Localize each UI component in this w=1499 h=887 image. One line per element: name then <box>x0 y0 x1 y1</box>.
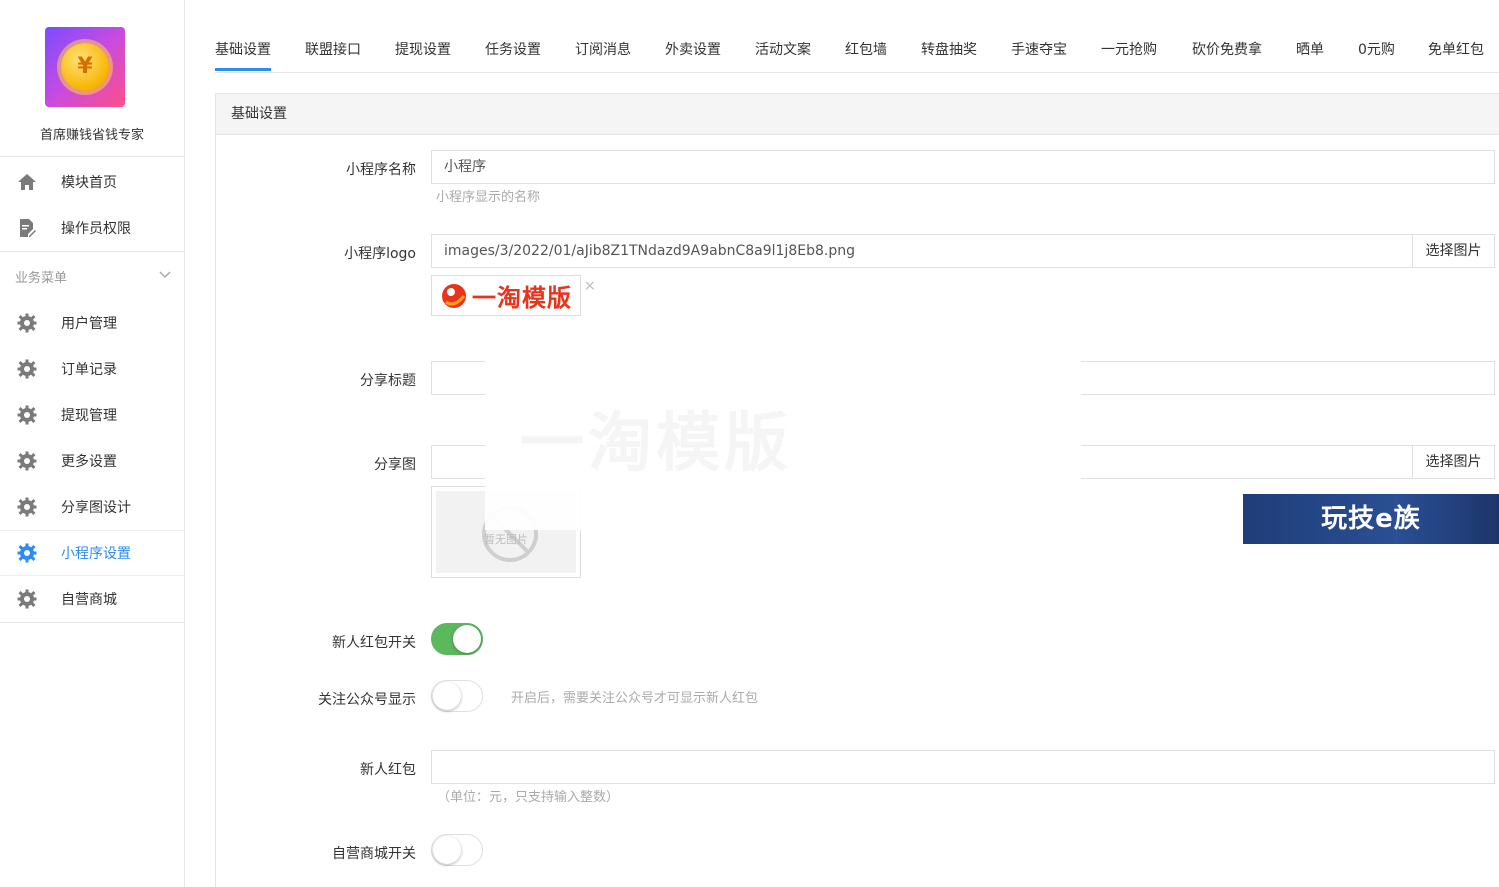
yuan-coin-icon: ¥ <box>61 43 109 91</box>
sidebar-item-label: 自营商城 <box>61 592 117 608</box>
newbie-red-packet-switch-label: 新人红包开关 <box>332 635 416 651</box>
gear-icon <box>17 451 37 471</box>
sidebar-item-label: 用户管理 <box>61 316 117 332</box>
brand-name: 首席赚钱省钱专家 <box>39 128 144 143</box>
tab-red-packet-wall[interactable]: 红包墙 <box>845 39 887 59</box>
toggle-knob <box>433 836 461 864</box>
settings-tabs: 基础设置 联盟接口 提现设置 任务设置 订阅消息 外卖设置 活动文案 红包墙 转… <box>215 0 1499 73</box>
tab-basic-settings[interactable]: 基础设置 <box>215 39 271 59</box>
newbie-red-packet-toggle[interactable] <box>431 623 483 655</box>
sidebar-item-label: 提现管理 <box>61 408 117 424</box>
sidebar: ¥ 首席赚钱省钱专家 模块首页 操作员权限 业务菜单 用户管理 订单记录 提现管… <box>0 0 185 887</box>
sidebar-item-order-records[interactable]: 订单记录 <box>0 346 184 392</box>
sidebar-item-withdraw-management[interactable]: 提现管理 <box>0 392 184 438</box>
sidebar-item-miniprogram-settings[interactable]: 小程序设置 <box>0 531 184 575</box>
home-icon <box>17 172 37 192</box>
close-icon[interactable]: × <box>584 278 596 294</box>
follow-account-help: 开启后，需要关注公众号才可显示新人红包 <box>511 691 759 706</box>
tab-one-yuan-rush[interactable]: 一元抢购 <box>1101 39 1157 59</box>
tab-show-order[interactable]: 晒单 <box>1296 39 1324 59</box>
share-title-label: 分享标题 <box>360 373 416 389</box>
sidebar-item-label: 分享图设计 <box>61 500 131 516</box>
app-logo: ¥ <box>45 27 125 107</box>
sidebar-item-label: 小程序设置 <box>61 546 131 562</box>
tab-zero-yuan-buy[interactable]: 0元购 <box>1358 39 1395 59</box>
sidebar-item-label: 订单记录 <box>61 362 117 378</box>
gear-icon <box>17 497 37 517</box>
logo-preview: 一淘模版 <box>431 275 581 316</box>
select-share-image-button[interactable]: 选择图片 <box>1412 445 1495 479</box>
sidebar-item-label: 操作员权限 <box>61 221 131 237</box>
app-name-help: 小程序显示的名称 <box>436 190 541 205</box>
gear-icon <box>17 359 37 379</box>
business-menu-header[interactable]: 业务菜单 <box>0 252 184 300</box>
app-name-label: 小程序名称 <box>346 162 416 178</box>
select-logo-button[interactable]: 选择图片 <box>1412 234 1495 268</box>
gear-icon <box>17 543 37 563</box>
follow-account-switch-label: 关注公众号显示 <box>318 692 416 708</box>
tab-withdraw-settings[interactable]: 提现设置 <box>395 39 451 59</box>
app-logo-path-input[interactable]: images/3/2022/01/aJib8Z1TNdazd9A9abnC8a9… <box>431 234 1413 268</box>
tab-alliance-api[interactable]: 联盟接口 <box>305 39 361 59</box>
sidebar-item-module-home[interactable]: 模块首页 <box>0 159 184 205</box>
tab-takeout-settings[interactable]: 外卖设置 <box>665 39 721 59</box>
document-edit-icon <box>17 218 37 238</box>
sidebar-item-label: 更多设置 <box>61 454 117 470</box>
logo-mark-icon <box>442 283 466 308</box>
sidebar-item-operator-permission[interactable]: 操作员权限 <box>0 205 184 251</box>
active-tab-indicator <box>215 68 271 71</box>
sidebar-item-user-management[interactable]: 用户管理 <box>0 300 184 346</box>
tab-task-settings[interactable]: 任务设置 <box>485 39 541 59</box>
section-title: 业务菜单 <box>15 270 68 286</box>
sidebar-item-share-design[interactable]: 分享图设计 <box>0 484 184 530</box>
ad-banner[interactable]: 玩技e族 <box>1243 494 1499 544</box>
no-image-text: 暂无图片 <box>484 533 528 546</box>
gear-icon <box>17 313 37 333</box>
sidebar-item-label: 模块首页 <box>61 175 117 191</box>
newbie-red-packet-help: （单位：元，只支持输入整数） <box>437 790 620 805</box>
self-mall-toggle[interactable] <box>431 834 483 866</box>
gear-icon <box>17 405 37 425</box>
tab-speed-snatch[interactable]: 手速夺宝 <box>1011 39 1067 59</box>
tab-wheel-lottery[interactable]: 转盘抽奖 <box>921 39 977 59</box>
tab-free-order-red-packet[interactable]: 免单红包 <box>1428 39 1484 59</box>
tab-subscription-messages[interactable]: 订阅消息 <box>575 39 631 59</box>
toggle-knob <box>433 682 461 710</box>
tab-activity-copy[interactable]: 活动文案 <box>755 39 811 59</box>
sidebar-item-self-mall[interactable]: 自营商城 <box>0 576 184 622</box>
chevron-down-icon <box>159 268 171 283</box>
logo-preview-text: 一淘模版 <box>472 284 572 312</box>
panel-title: 基础设置 <box>216 94 1499 135</box>
newbie-red-packet-input[interactable] <box>431 750 1495 784</box>
sidebar-item-more-settings[interactable]: 更多设置 <box>0 438 184 484</box>
gear-icon <box>17 589 37 609</box>
newbie-red-packet-label: 新人红包 <box>360 762 416 778</box>
follow-account-toggle[interactable] <box>431 680 483 712</box>
app-logo-label: 小程序logo <box>344 246 416 262</box>
toggle-knob <box>453 625 481 653</box>
tab-bargain-free[interactable]: 砍价免费拿 <box>1192 39 1262 59</box>
app-name-input[interactable]: 小程序 <box>431 150 1495 184</box>
brand-block: ¥ 首席赚钱省钱专家 <box>0 0 184 157</box>
self-mall-switch-label: 自营商城开关 <box>332 846 416 862</box>
share-image-label: 分享图 <box>374 457 416 473</box>
watermark-text: 一淘模版 <box>520 407 792 481</box>
